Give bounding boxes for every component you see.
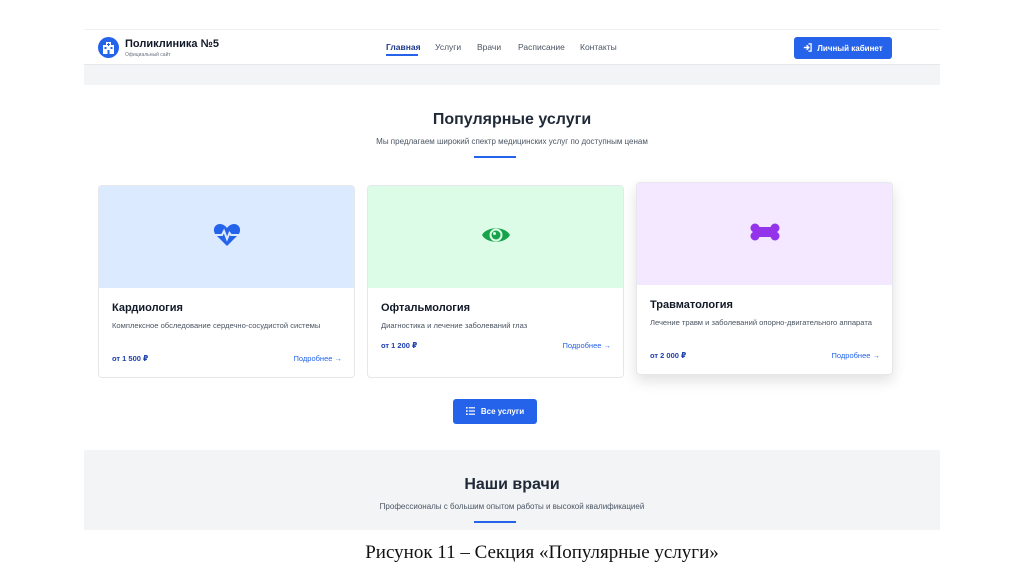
card-image-area	[637, 183, 892, 285]
nav-item-services[interactable]: Услуги	[435, 42, 461, 52]
card-description: Лечение травм и заболеваний опорно-двига…	[650, 318, 872, 327]
card-price: от 2 000 ₽	[650, 351, 687, 360]
page-frame: Поликлиника №5 Официальный сайт Главная …	[84, 29, 940, 530]
card-price: от 1 200 ₽	[381, 341, 418, 350]
card-title: Кардиология	[112, 302, 183, 314]
nav-active-underline	[386, 54, 418, 56]
all-services-label: Все услуги	[480, 407, 525, 416]
eye-icon	[481, 224, 511, 251]
service-card-traumatology[interactable]: Травматология Лечение травм и заболевани…	[636, 182, 893, 375]
bone-icon	[750, 223, 780, 246]
hero-bottom-strip	[84, 65, 940, 85]
card-title: Офтальмология	[381, 302, 471, 314]
card-image-area	[368, 186, 623, 288]
card-title: Травматология	[650, 299, 733, 311]
doctors-title: Наши врачи	[464, 476, 560, 493]
nav-item-home[interactable]: Главная	[386, 42, 421, 52]
nav-item-doctors[interactable]: Врачи	[477, 42, 501, 52]
card-more-link[interactable]: Подробнее →	[563, 341, 611, 350]
nav-item-contacts[interactable]: Контакты	[580, 42, 617, 52]
services-subtitle: Мы предлагаем широкий спектр медицинских…	[376, 137, 648, 146]
sign-in-icon	[803, 42, 813, 54]
card-image-area	[99, 186, 354, 288]
heartbeat-icon	[213, 223, 241, 252]
doctors-section: Наши врачи Профессионалы с большим опыто…	[84, 450, 940, 530]
doctors-subtitle: Профессионалы с большим опытом работы и …	[379, 502, 645, 511]
services-title-underline	[474, 156, 516, 158]
service-card-cardiology[interactable]: Кардиология Комплексное обследование сер…	[98, 185, 355, 378]
doctors-title-underline	[474, 521, 516, 523]
card-more-link[interactable]: Подробнее →	[294, 354, 342, 363]
personal-cabinet-label: Личный кабинет	[817, 43, 883, 53]
services-title: Популярные услуги	[432, 111, 592, 128]
list-icon	[465, 406, 475, 417]
card-description: Комплексное обследование сердечно-сосуди…	[112, 321, 321, 330]
card-description: Диагностика и лечение заболеваний глаз	[381, 321, 528, 330]
all-services-button[interactable]: Все услуги	[453, 399, 537, 424]
figure-caption: Рисунок 11 – Секция «Популярные услуги»	[365, 542, 719, 563]
card-more-link[interactable]: Подробнее →	[832, 351, 880, 360]
nav-item-schedule[interactable]: Расписание	[518, 42, 565, 52]
service-card-ophthalmology[interactable]: Офтальмология Диагностика и лечение забо…	[367, 185, 624, 378]
site-header: Поликлиника №5 Официальный сайт Главная …	[84, 29, 940, 65]
personal-cabinet-button[interactable]: Личный кабинет	[794, 37, 892, 59]
card-price: от 1 500 ₽	[112, 354, 149, 363]
